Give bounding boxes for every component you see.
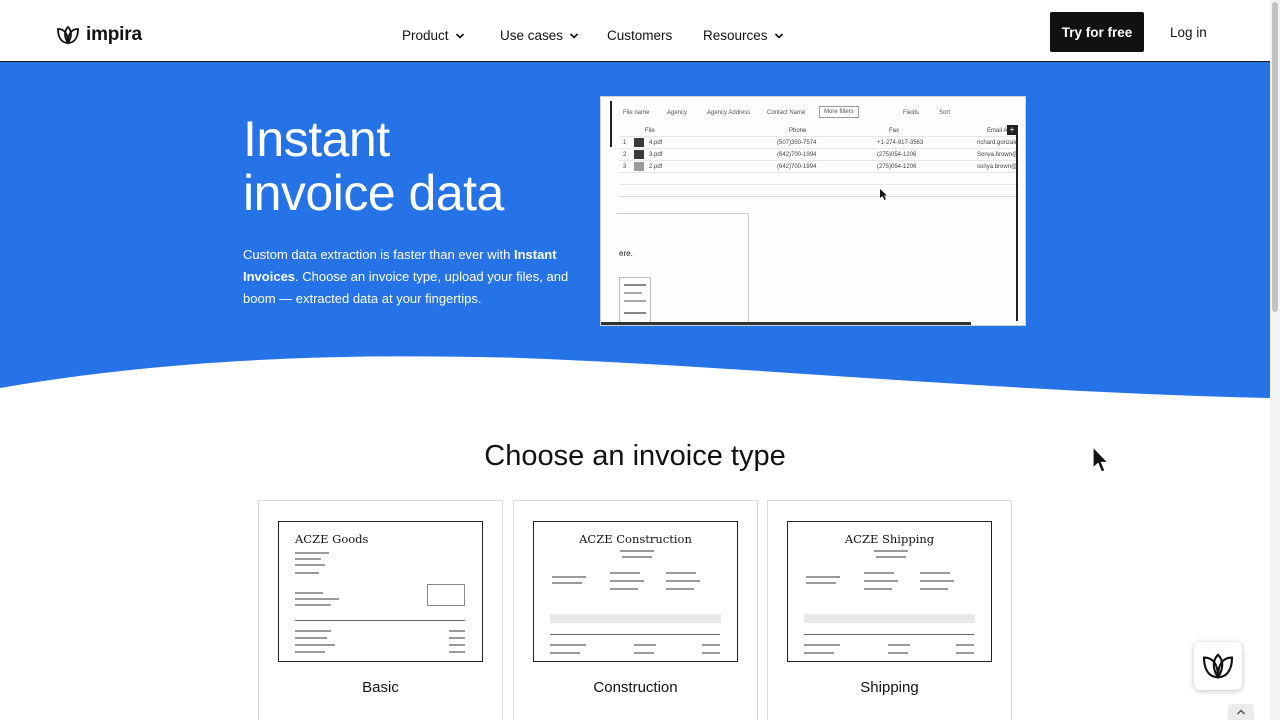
invoice-company-name: ACZE Shipping [844, 532, 935, 546]
demo-cell: 4.pdf [649, 140, 663, 146]
impira-logo-icon [1202, 653, 1234, 680]
product-demo-screenshot: File name Agency Agency Address Contact … [600, 96, 1026, 326]
invoice-card-label: Shipping [860, 679, 919, 696]
demo-file-thumbnail [634, 162, 644, 171]
brand-logo[interactable]: impira [56, 24, 142, 46]
hero-desc-text: Custom data extraction is faster than ev… [243, 247, 514, 262]
nav-item-use-cases[interactable]: Use cases [500, 28, 579, 43]
scrollbar-thumb[interactable] [1272, 2, 1278, 312]
invoice-preview: ACZE Goods [278, 521, 483, 662]
page-scrollbar[interactable] [1270, 0, 1280, 720]
demo-table-row: 1 4.pdf (507)350-7574 +1-274-917-3563 ri… [619, 137, 1019, 149]
demo-col-header: Phone [789, 128, 807, 134]
invoice-card-shipping[interactable]: ACZE Shipping Shipping [767, 500, 1012, 720]
demo-table-row [619, 185, 1019, 197]
nav-item-customers[interactable]: Customers [607, 28, 672, 43]
log-in-link[interactable]: Log in [1170, 25, 1207, 40]
demo-table-header: File Phone Fax Email Ad [619, 125, 1019, 137]
hero-title-line: invoice data [243, 165, 504, 221]
nav-item-label: Use cases [500, 28, 564, 43]
hero-title: Instant invoice data [243, 112, 504, 220]
demo-row-number: 2 [623, 152, 627, 158]
mouse-cursor-icon [1092, 446, 1110, 473]
invoice-section-title: Choose an invoice type [484, 440, 786, 472]
nav-item-label: Customers [607, 28, 673, 43]
demo-filter: Agency Address [707, 110, 751, 116]
invoice-card-label: Basic [362, 679, 399, 696]
demo-filter: Contact Name [767, 110, 806, 116]
invoice-preview: ACZE Shipping [787, 521, 992, 662]
invoice-card-basic[interactable]: ACZE Goods Basic [258, 500, 503, 720]
chevron-down-icon [774, 32, 783, 39]
invoice-company-name: ACZE Construction [579, 532, 692, 546]
nav-item-product[interactable]: Product [402, 28, 465, 43]
demo-table-row: 2 3.pdf (642)700-1994 (275)054-1206 Sony… [619, 149, 1019, 161]
demo-cell: Sonya.brown@ [977, 152, 1019, 158]
demo-sort: Sort [939, 110, 951, 116]
demo-filter: File name [623, 110, 650, 116]
chevron-down-icon [455, 32, 464, 39]
chevron-up-icon [1236, 709, 1246, 715]
nav-item-resources[interactable]: Resources [703, 28, 784, 43]
demo-toolbar: File name Agency Agency Address Contact … [601, 97, 1025, 121]
demo-cell: (275)054-1206 [877, 152, 917, 158]
invoice-card-construction[interactable]: ACZE Construction Construction [513, 500, 758, 720]
try-for-free-button[interactable]: Try for free [1050, 12, 1144, 52]
chat-launcher-button[interactable] [1194, 642, 1242, 690]
demo-cell: (275)054-1206 [877, 164, 917, 170]
demo-document-thumbnail [619, 277, 651, 323]
chevron-down-icon [569, 32, 579, 39]
demo-scroll-indicator [1016, 125, 1018, 321]
demo-fields: Fields [903, 110, 920, 116]
hero-title-line: Instant [243, 111, 390, 167]
nav-item-label: Product [402, 28, 449, 43]
demo-cell: 2.pdf [649, 164, 663, 170]
impira-logo-icon [57, 25, 79, 45]
demo-cursor-icon [880, 189, 887, 200]
demo-filter: Agency [667, 110, 688, 116]
invoice-preview: ACZE Construction [533, 521, 738, 662]
invoice-company-name: ACZE Goods [295, 532, 369, 546]
demo-cell: +1-274-917-3563 [877, 140, 924, 146]
demo-row-number: 1 [623, 140, 627, 146]
demo-cell: (507)350-7574 [777, 140, 817, 146]
demo-table-row: 3 2.pdf (642)700-1994 (275)054-1206 sony… [619, 161, 1019, 173]
demo-file-thumbnail [634, 150, 644, 159]
scroll-to-top-button[interactable] [1228, 704, 1254, 720]
hero-description: Custom data extraction is faster than ev… [243, 244, 573, 310]
demo-row-number: 3 [623, 164, 627, 170]
demo-file-thumbnail [634, 138, 644, 147]
invoice-card-label: Construction [593, 679, 678, 696]
demo-more-filters: More filters [819, 106, 859, 118]
top-navigation: impira Product Use cases Customers Resou… [0, 0, 1270, 62]
demo-col-header: File [645, 128, 655, 134]
demo-cell: (642)700-1994 [777, 152, 817, 158]
brand-name: impira [86, 24, 142, 45]
demo-cell: richard.gonzale [977, 140, 1019, 146]
demo-progress-bar [601, 322, 971, 325]
demo-panel-text: ere. [619, 249, 633, 258]
demo-table-row [619, 173, 1019, 185]
nav-item-label: Resources [703, 28, 768, 43]
demo-cell: 3.pdf [649, 152, 663, 158]
demo-cell: sonya.brown@ [977, 164, 1018, 170]
demo-cell: (642)700-1994 [777, 164, 817, 170]
demo-col-header: Fax [889, 128, 900, 134]
